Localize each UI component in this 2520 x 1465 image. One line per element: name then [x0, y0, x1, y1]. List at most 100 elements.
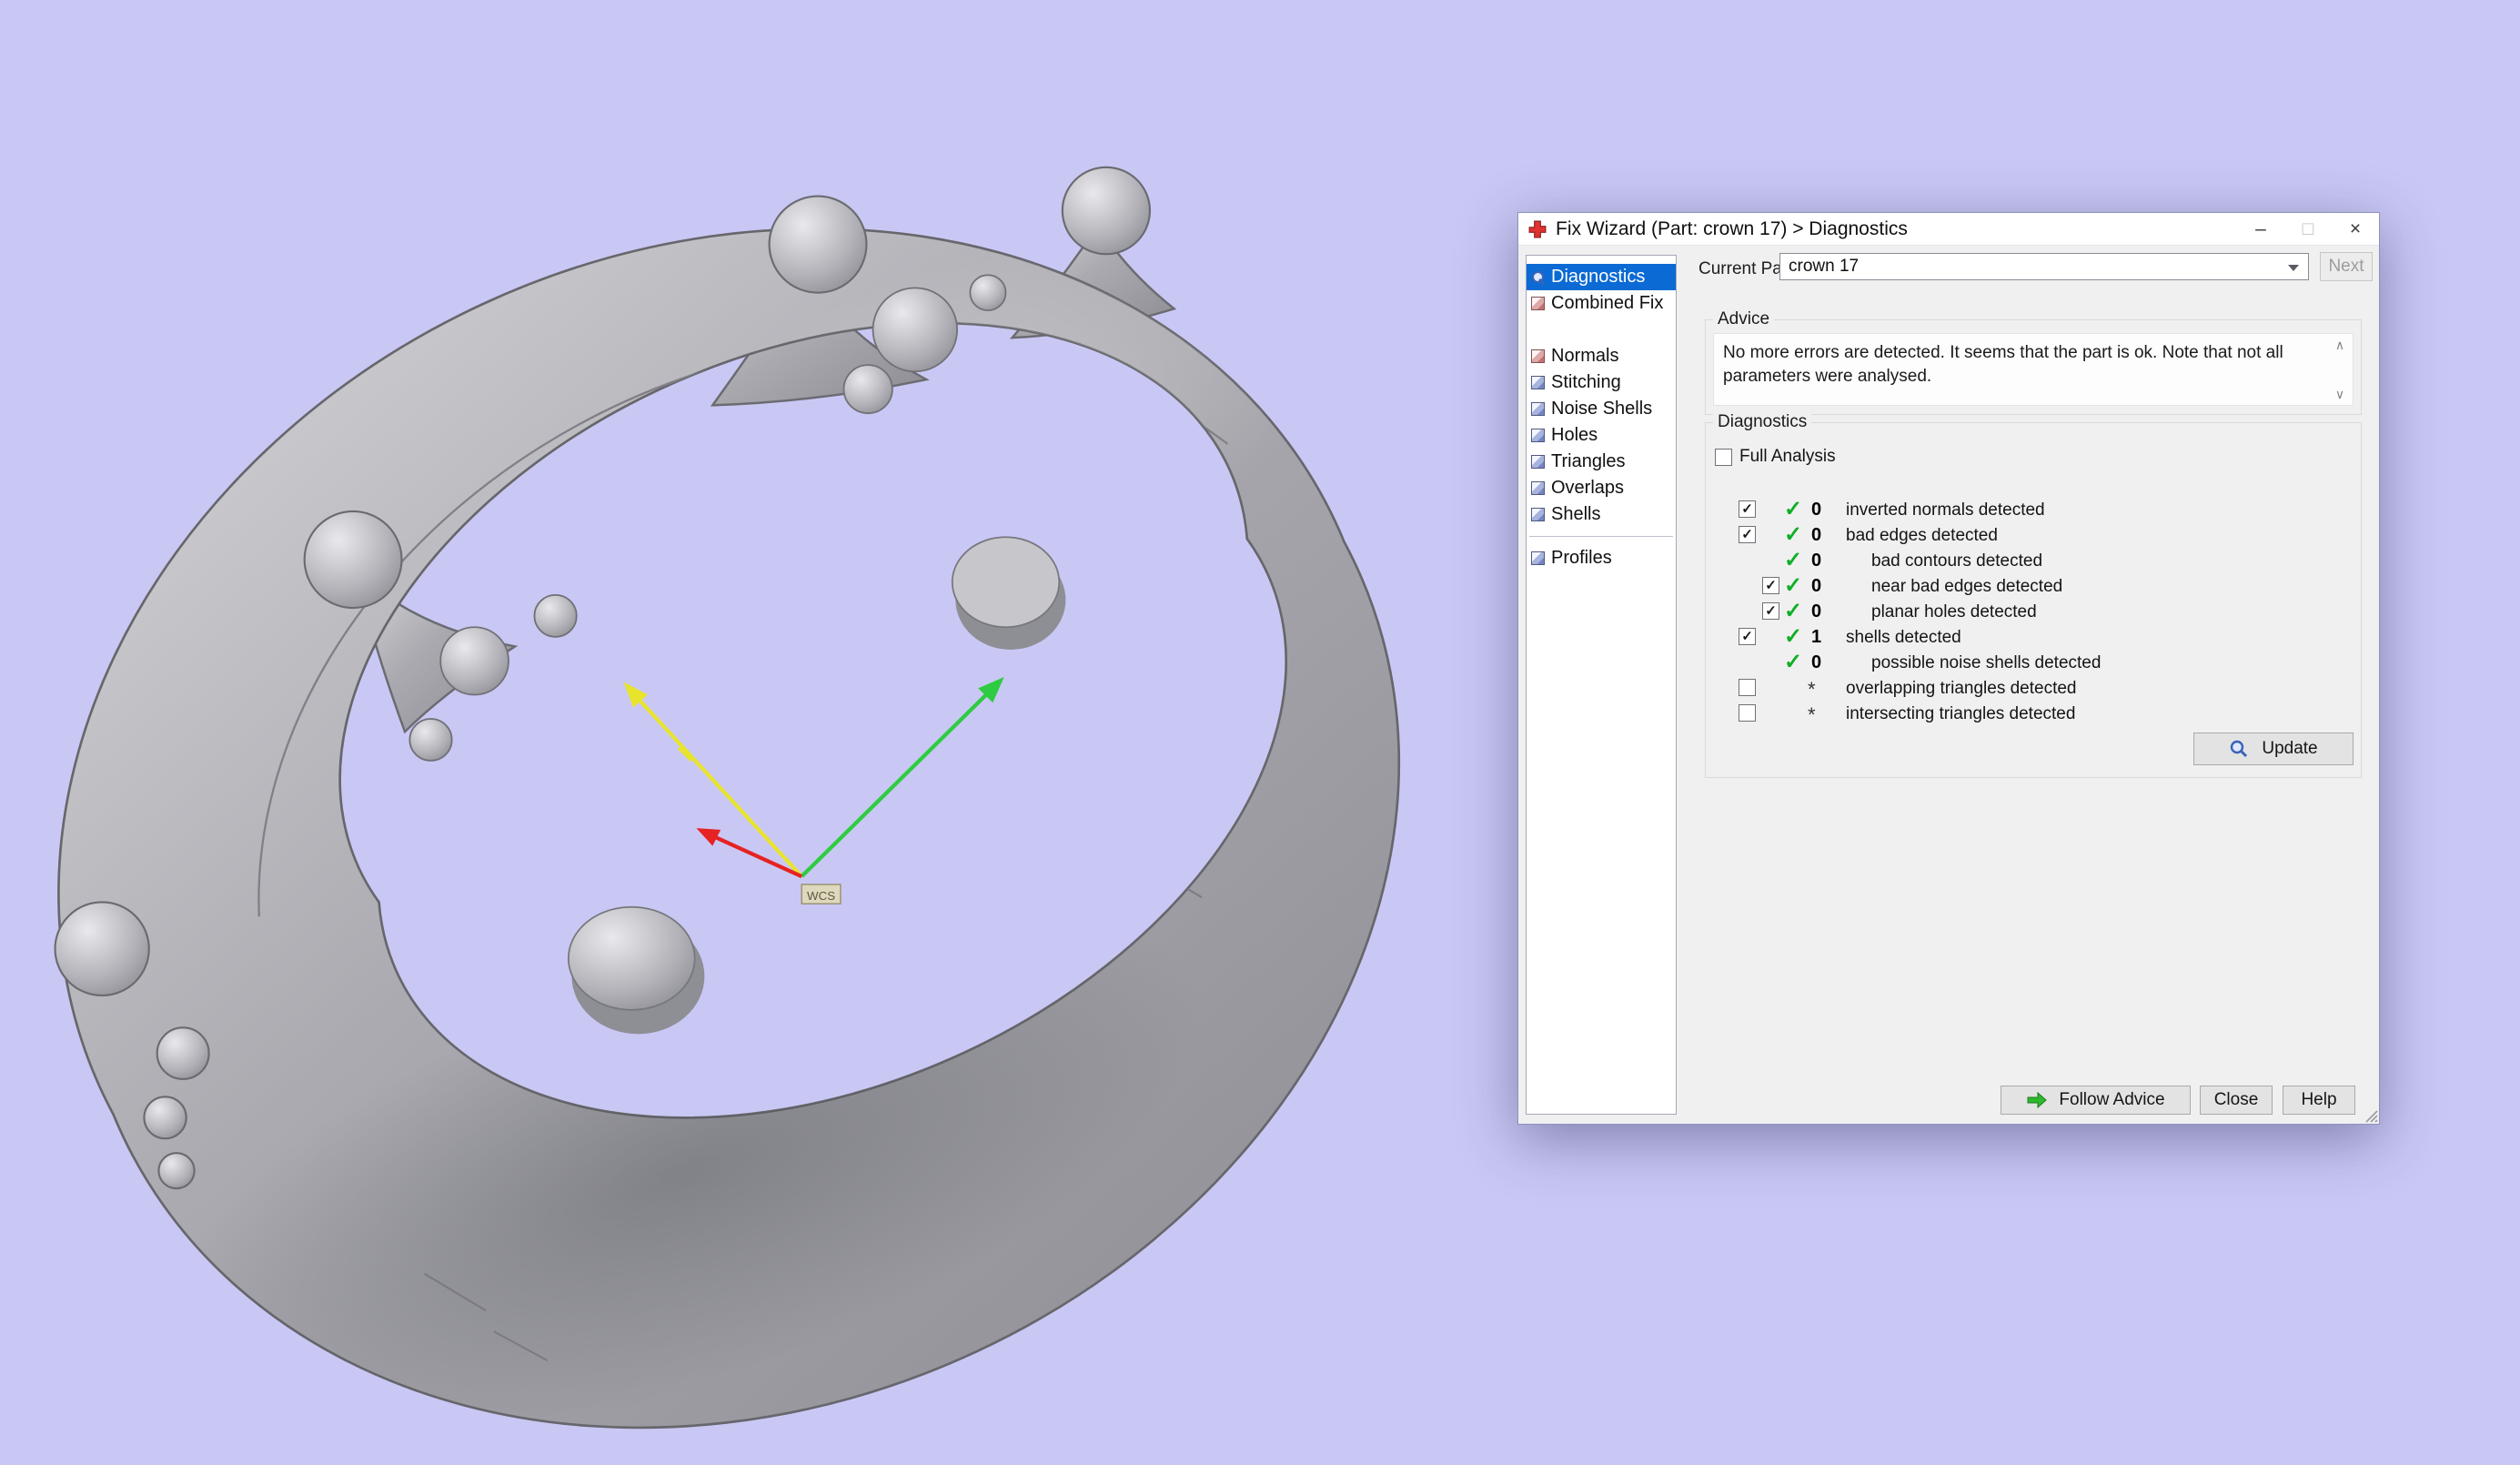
- sidebar-item-label: Shells: [1551, 504, 1600, 525]
- check-icon: ✓: [1784, 598, 1802, 624]
- diagnostic-count: *: [1808, 678, 1816, 702]
- triangles-icon: [1531, 455, 1545, 469]
- sidebar-item-label: Diagnostics: [1551, 267, 1645, 288]
- diagnostic-row: ✓ 0 bad contours detected: [1706, 549, 2361, 574]
- sidebar-item-label: Triangles: [1551, 451, 1626, 472]
- profiles-icon: [1531, 551, 1545, 565]
- full-analysis-checkbox[interactable]: [1715, 449, 1732, 466]
- update-button[interactable]: Update: [2193, 732, 2354, 765]
- next-button[interactable]: Next: [2320, 252, 2373, 281]
- crown-model: [55, 110, 1412, 1465]
- axis-y-green: [801, 677, 1004, 876]
- diagnostic-count: 0: [1811, 525, 1821, 546]
- sidebar-item-overlaps[interactable]: Overlaps: [1527, 475, 1676, 501]
- sidebar-item-triangles[interactable]: Triangles: [1527, 449, 1676, 475]
- sidebar-item-holes[interactable]: Holes: [1527, 422, 1676, 449]
- checkbox-tick-icon: ✓: [1741, 502, 1753, 516]
- full-analysis-row: Full Analysis: [1715, 447, 1836, 467]
- diagnostic-row: ✓ ✓ 0 planar holes detected: [1706, 600, 2361, 625]
- diagnostic-count: 0: [1811, 601, 1821, 622]
- diagnostic-count: 0: [1811, 576, 1821, 597]
- fix-wizard-dialog: Fix Wizard (Part: crown 17) > Diagnostic…: [1517, 212, 2380, 1125]
- diagnostics-group: Diagnostics Full Analysis ✓ ✓ 0 inverted…: [1705, 422, 2362, 778]
- sidebar-item-noise-shells[interactable]: Noise Shells: [1527, 396, 1676, 422]
- sidebar-item-label: Stitching: [1551, 372, 1621, 393]
- checkbox-tick-icon: ✓: [1765, 579, 1777, 592]
- sidebar-item-shells[interactable]: Shells: [1527, 501, 1676, 528]
- current-part-value: crown 17: [1789, 257, 1859, 277]
- close-button[interactable]: Close: [2200, 1086, 2273, 1115]
- diagnostic-label: bad contours detected: [1871, 551, 2042, 571]
- sidebar-item-label: Profiles: [1551, 548, 1612, 569]
- update-button-label: Update: [2262, 739, 2317, 759]
- scroll-up-icon[interactable]: ∧: [2330, 336, 2350, 354]
- axis-x-red: [696, 828, 801, 876]
- sidebar-item-label: Combined Fix: [1551, 293, 1663, 314]
- diagnostic-checkbox[interactable]: ✓: [1739, 628, 1756, 645]
- current-part-dropdown[interactable]: crown 17: [1779, 253, 2309, 280]
- diagnostic-label: near bad edges detected: [1871, 577, 2062, 597]
- noise-shells-icon: [1531, 402, 1545, 416]
- diagnostic-row: * intersecting triangles detected: [1706, 702, 2361, 727]
- axis-z-yellow: [623, 682, 801, 876]
- diagnostic-checkbox[interactable]: ✓: [1762, 577, 1779, 594]
- close-window-button[interactable]: ×: [2332, 213, 2379, 245]
- follow-advice-button[interactable]: Follow Advice: [2001, 1086, 2191, 1115]
- diagnostic-count: 0: [1811, 551, 1821, 571]
- diagnostics-icon: [1531, 270, 1545, 284]
- stitching-icon: [1531, 376, 1545, 389]
- full-analysis-label: Full Analysis: [1739, 447, 1836, 467]
- check-icon: ✓: [1784, 649, 1802, 675]
- sidebar-item-combined-fix[interactable]: Combined Fix: [1527, 290, 1676, 317]
- advice-group-title: Advice: [1713, 309, 1774, 329]
- check-icon: ✓: [1784, 547, 1802, 573]
- checkbox-tick-icon: ✓: [1741, 528, 1753, 541]
- normals-icon: [1531, 349, 1545, 363]
- advice-text-box: No more errors are detected. It seems th…: [1713, 333, 2354, 406]
- diagnostic-checkbox[interactable]: ✓: [1739, 500, 1756, 518]
- dialog-title: Fix Wizard (Part: crown 17) > Diagnostic…: [1556, 218, 1908, 240]
- diagnostic-label: bad edges detected: [1846, 526, 1998, 546]
- diagnostics-group-title: Diagnostics: [1713, 412, 1811, 432]
- screen: { "colors": { "desktop_background": "#c9…: [0, 0, 2520, 1465]
- diagnostic-label: possible noise shells detected: [1871, 653, 2101, 673]
- diagnostic-checkbox[interactable]: ✓: [1762, 602, 1779, 620]
- sidebar-item-label: Normals: [1551, 346, 1618, 367]
- holes-icon: [1531, 429, 1545, 442]
- diagnostic-label: planar holes detected: [1871, 602, 2037, 622]
- diagnostic-checkbox[interactable]: [1739, 704, 1756, 722]
- diagnostic-count: *: [1808, 703, 1816, 727]
- sidebar-separator: [1529, 536, 1673, 537]
- sidebar-item-stitching[interactable]: Stitching: [1527, 369, 1676, 396]
- resize-grip[interactable]: [2363, 1107, 2378, 1123]
- diagnostic-label: overlapping triangles detected: [1846, 679, 2077, 699]
- checkbox-tick-icon: ✓: [1765, 604, 1777, 618]
- diagnostic-label: intersecting triangles detected: [1846, 704, 2075, 724]
- sidebar-item-normals[interactable]: Normals: [1527, 343, 1676, 369]
- maximize-button[interactable]: □: [2284, 213, 2332, 245]
- magnifier-icon: [2229, 739, 2249, 759]
- diagnostic-checkbox[interactable]: ✓: [1739, 526, 1756, 543]
- checkbox-tick-icon: ✓: [1741, 630, 1753, 643]
- scroll-down-icon[interactable]: ∨: [2330, 385, 2350, 403]
- wcs-axes: WCS: [623, 677, 1003, 904]
- crown-inner-posts: [569, 537, 1066, 1034]
- sidebar-item-profiles[interactable]: Profiles: [1527, 545, 1676, 571]
- svg-text:WCS: WCS: [807, 889, 835, 903]
- sidebar-item-label: Holes: [1551, 425, 1598, 446]
- wcs-label: WCS: [801, 884, 841, 904]
- diagnostic-count: 0: [1811, 652, 1821, 673]
- minimize-button[interactable]: –: [2237, 213, 2284, 245]
- fix-wizard-icon: [1528, 220, 1547, 238]
- diagnostic-row: ✓ ✓ 0 inverted normals detected: [1706, 498, 2361, 523]
- advice-text: No more errors are detected. It seems th…: [1723, 343, 2283, 386]
- help-button[interactable]: Help: [2283, 1086, 2355, 1115]
- sidebar-item-diagnostics[interactable]: Diagnostics: [1527, 264, 1676, 290]
- wizard-page-list: Diagnostics Combined Fix Normals Stitchi…: [1526, 255, 1677, 1115]
- diagnostic-row: * overlapping triangles detected: [1706, 676, 2361, 702]
- advice-group: Advice No more errors are detected. It s…: [1705, 319, 2362, 415]
- dialog-titlebar[interactable]: Fix Wizard (Part: crown 17) > Diagnostic…: [1518, 213, 2379, 246]
- sidebar-item-label: Noise Shells: [1551, 399, 1652, 419]
- diagnostic-count: 1: [1811, 627, 1821, 648]
- diagnostic-checkbox[interactable]: [1739, 679, 1756, 696]
